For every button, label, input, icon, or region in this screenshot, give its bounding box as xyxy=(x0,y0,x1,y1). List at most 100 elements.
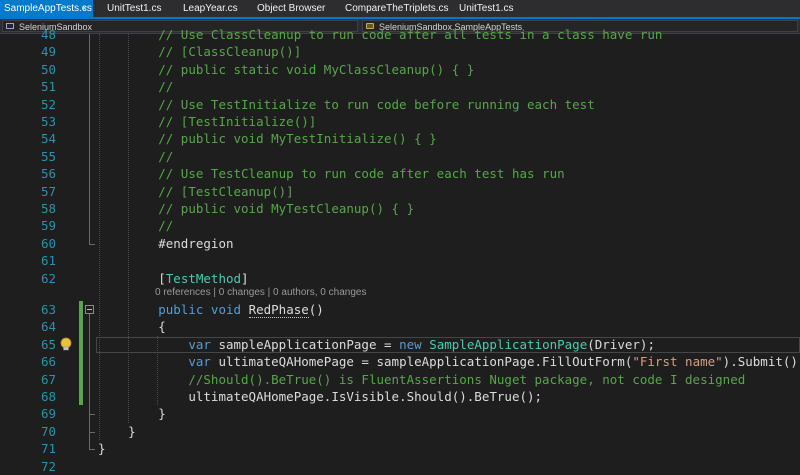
code-text: // [ClassCleanup()] xyxy=(158,43,301,60)
code-text: // public static void MyClassCleanup() {… xyxy=(158,61,474,78)
close-tab-icon[interactable]: × xyxy=(82,0,87,17)
line-number: 48 xyxy=(40,27,56,42)
code-token: } xyxy=(158,406,166,422)
tab-comparethetriplets[interactable]: CompareTheTriplets.cs xyxy=(341,0,451,17)
codelens-info[interactable]: 0 references | 0 changes | 0 authors, 0 … xyxy=(155,286,366,300)
line-number: 68 xyxy=(40,389,56,404)
code-token: public xyxy=(158,302,204,317)
code-token: // xyxy=(158,148,174,164)
code-text: //Should().BeTrue() is FluentAssertions … xyxy=(158,371,745,388)
code-line: 59 // xyxy=(0,217,800,234)
code-token: } xyxy=(98,441,106,457)
code-line: 61 xyxy=(0,252,800,269)
code-text: } xyxy=(128,423,136,440)
code-line: 63 public void RedPhase() xyxy=(0,301,800,318)
code-token: // [ClassCleanup()] xyxy=(158,44,302,60)
line-number: 51 xyxy=(40,79,56,95)
code-token: void xyxy=(210,302,242,317)
code-token: // xyxy=(158,218,174,234)
code-line: 69} xyxy=(0,405,800,422)
tab-sampleapptests[interactable]: SampleAppTests.cs × xyxy=(0,0,93,17)
tab-label: CompareTheTriplets.cs xyxy=(345,3,449,14)
code-line: 67 //Should().BeTrue() is FluentAssertio… xyxy=(0,371,800,388)
code-token: [ xyxy=(158,270,166,286)
code-line: 72 xyxy=(0,458,800,475)
line-number: 61 xyxy=(40,253,56,269)
code-line: 57 // [TestCleanup()] xyxy=(0,183,800,200)
code-line: 62 [TestMethod] xyxy=(0,270,800,287)
code-token: "First name" xyxy=(632,354,723,370)
code-token: ultimateQAHomePage.IsVisible.Should().Be… xyxy=(158,389,543,404)
tab-object-browser[interactable]: Object Browser xyxy=(253,0,333,17)
code-editor[interactable]: 48 // Use ClassCleanup to run code after … xyxy=(0,27,800,475)
line-number: 69 xyxy=(40,406,56,422)
code-text: ultimateQAHomePage.IsVisible.Should().Be… xyxy=(158,388,542,405)
line-number: 55 xyxy=(40,148,56,164)
tab-label: Object Browser xyxy=(257,3,326,14)
code-token: // public void MyTestCleanup() { } xyxy=(158,201,415,216)
code-token: { xyxy=(158,319,166,335)
code-token: // public void MyTestInitialize() { } xyxy=(158,131,437,147)
code-token: ultimateQAHomePage = sampleApplicationPa… xyxy=(210,354,633,370)
code-line: 53 // [TestInitialize()] xyxy=(0,113,800,130)
code-token: (Driver); xyxy=(587,336,655,352)
code-text: // Use TestCleanup to run code after eac… xyxy=(158,165,564,182)
code-token: // [TestCleanup()] xyxy=(158,183,294,199)
line-number: 58 xyxy=(40,201,56,216)
line-number: 72 xyxy=(40,458,56,474)
document-tab-strip: SampleAppTests.cs × UnitTest1.cs LeapYea… xyxy=(0,0,800,19)
code-token: ] xyxy=(241,270,249,286)
code-text: var sampleApplicationPage = new SampleAp… xyxy=(158,336,655,353)
code-token: ).Submit(); xyxy=(722,354,800,370)
code-text: // Use TestInitialize to run code before… xyxy=(158,96,595,113)
code-token: #endregion xyxy=(158,235,234,251)
tab-unittest1-second[interactable]: UnitTest1.cs xyxy=(455,0,535,17)
code-line: 54 // public void MyTestInitialize() { } xyxy=(0,130,800,147)
line-number: 52 xyxy=(40,96,56,112)
lightbulb-icon[interactable] xyxy=(59,337,73,352)
code-text: // [TestCleanup()] xyxy=(158,183,293,200)
code-token: SampleApplicationPage xyxy=(429,336,588,352)
tab-unittest1[interactable]: UnitTest1.cs xyxy=(103,0,173,17)
code-text: { xyxy=(158,318,166,335)
line-number: 70 xyxy=(40,423,56,439)
code-token: // Use TestInitialize to run code before… xyxy=(158,96,595,112)
code-token: sampleApplicationPage = xyxy=(210,336,400,352)
line-number: 63 xyxy=(40,302,56,317)
code-text: [TestMethod] xyxy=(158,270,248,287)
line-number: 67 xyxy=(40,371,56,387)
code-line: 66 var ultimateQAHomePage = sampleApplic… xyxy=(0,353,800,370)
line-number: 57 xyxy=(40,183,56,199)
line-number: 60 xyxy=(40,235,56,251)
code-text: #endregion xyxy=(158,235,233,252)
code-token: new xyxy=(399,336,422,352)
code-token: // public static void MyClassCleanup() {… xyxy=(158,61,475,77)
code-text: // xyxy=(158,78,173,95)
code-text: } xyxy=(98,440,106,457)
tab-label: SampleAppTests.cs xyxy=(4,3,92,14)
line-number: 65 xyxy=(40,336,56,352)
code-line: 70} xyxy=(0,423,800,440)
tab-label: LeapYear.cs xyxy=(183,3,238,14)
code-token: // [TestInitialize()] xyxy=(158,114,317,129)
code-token: () xyxy=(308,302,324,317)
tab-label: UnitTest1.cs xyxy=(459,3,514,14)
code-token: var xyxy=(188,354,211,370)
code-text: public void RedPhase() xyxy=(158,301,324,318)
code-text: var ultimateQAHomePage = sampleApplicati… xyxy=(158,353,800,370)
tab-leapyear[interactable]: LeapYear.cs xyxy=(179,0,249,17)
code-line: 55 // xyxy=(0,148,800,165)
code-text: } xyxy=(158,405,166,422)
line-number: 64 xyxy=(40,319,56,335)
line-number: 49 xyxy=(40,44,56,60)
code-text: // Use ClassCleanup to run code after al… xyxy=(158,26,662,43)
code-token: // Use TestCleanup to run code after eac… xyxy=(158,166,565,182)
code-line: 65 var sampleApplicationPage = new Sampl… xyxy=(0,336,800,353)
code-token: // Use ClassCleanup to run code after al… xyxy=(158,27,663,42)
code-line: 71} xyxy=(0,440,800,457)
line-number: 66 xyxy=(40,354,56,370)
